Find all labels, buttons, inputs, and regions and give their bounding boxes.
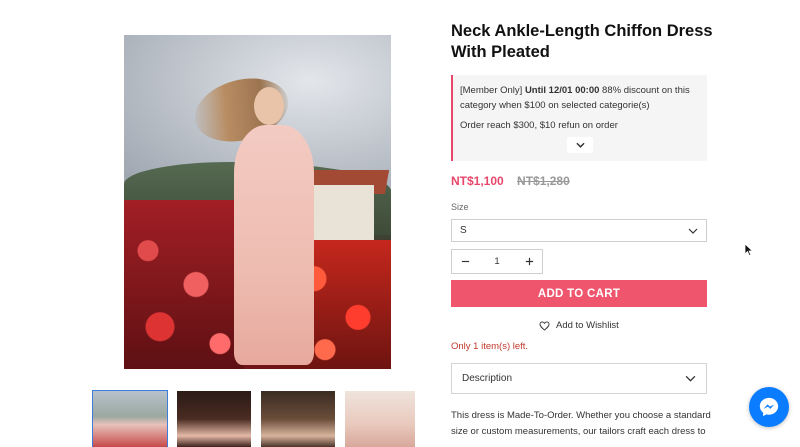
thumbnail-3[interactable]	[261, 391, 335, 447]
product-title: Neck Ankle-Length Chiffon Dress With Ple…	[451, 22, 713, 61]
promotion-box: [Member Only] Until 12/01 00:00 88% disc…	[451, 75, 707, 161]
promo-refund: Order reach $300, $10 refun on order	[460, 120, 618, 131]
description-toggle[interactable]: Description	[451, 363, 707, 394]
stock-status: Only 1 item(s) left.	[451, 341, 529, 352]
quantity-decrease-button[interactable]	[452, 250, 478, 273]
add-to-cart-button[interactable]: ADD TO CART	[451, 280, 707, 307]
promo-member-tag: [Member Only]	[460, 85, 523, 96]
main-product-image[interactable]	[124, 35, 391, 369]
quantity-increase-button[interactable]	[516, 250, 542, 273]
size-label: Size	[451, 202, 469, 212]
messenger-icon	[759, 397, 779, 417]
size-select[interactable]: S	[451, 219, 707, 242]
promo-discount: [Member Only] Until 12/01 00:00 88% disc…	[460, 83, 700, 113]
add-to-wishlist-button[interactable]: Add to Wishlist	[539, 320, 619, 331]
thumbnail-2[interactable]	[177, 391, 251, 447]
promo-expand-button[interactable]	[567, 137, 593, 153]
minus-icon	[461, 260, 469, 263]
thumbnail-1[interactable]	[92, 390, 168, 447]
plus-icon	[525, 257, 533, 266]
description-heading: Description	[462, 373, 513, 384]
promo-until: Until 12/01 00:00	[524, 85, 600, 96]
wishlist-label: Add to Wishlist	[556, 320, 619, 331]
cursor-icon	[744, 243, 754, 257]
price: NT$1,100 NT$1,280	[451, 174, 570, 188]
quantity-value[interactable]: 1	[478, 256, 516, 267]
messenger-chat-button[interactable]	[749, 387, 789, 427]
chevron-down-icon	[575, 142, 585, 148]
heart-icon	[539, 320, 550, 331]
price-current: NT$1,100	[451, 174, 504, 188]
chevron-down-icon	[685, 375, 696, 382]
size-value: S	[460, 225, 467, 236]
thumbnail-4[interactable]	[345, 391, 415, 447]
price-original: NT$1,280	[517, 174, 570, 188]
chevron-down-icon	[688, 228, 698, 234]
description-text: This dress is Made-To-Order. Whether you…	[451, 410, 711, 437]
quantity-stepper: 1	[451, 249, 543, 274]
